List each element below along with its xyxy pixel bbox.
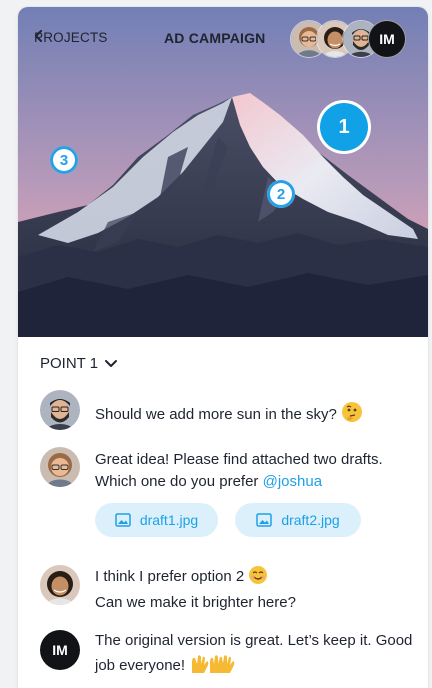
raising-hands-icon xyxy=(189,652,243,681)
point-selector[interactable]: POINT 1 xyxy=(40,355,118,372)
avatar-initials: IM xyxy=(52,642,68,658)
page-title: AD CAMPAIGN xyxy=(164,30,266,46)
thinking-face-icon xyxy=(341,401,363,430)
pin-label: 1 xyxy=(338,115,350,138)
comment-text: Great idea! Please find attached two dra… xyxy=(95,449,415,493)
pin-label: 3 xyxy=(59,151,69,169)
attachment-name: draft2.jpg xyxy=(281,512,340,528)
annotation-pin-2[interactable]: 2 xyxy=(267,180,295,208)
avatar xyxy=(40,447,80,487)
image-icon xyxy=(115,513,131,527)
image-icon xyxy=(256,513,273,527)
project-card: PROJECTS AD CAMPAIGN IM 1 2 3 POINT 1 Sh… xyxy=(18,7,428,688)
comment-item: Great idea! Please find attached two dra… xyxy=(40,447,410,497)
top-bar: PROJECTS AD CAMPAIGN IM xyxy=(18,7,428,71)
avatar xyxy=(40,565,80,605)
comment-item: IM The original version is great. Let’s … xyxy=(40,630,412,680)
comment-body-line2: Can we make it brighter here? xyxy=(95,594,296,611)
collaborator-avatars[interactable]: IM xyxy=(290,20,420,58)
comment-text: I think I prefer option 2 Can we make it… xyxy=(95,565,415,614)
chevron-down-icon xyxy=(105,360,118,367)
comment-text: The original version is great. Let’s kee… xyxy=(95,630,415,681)
mention-link[interactable]: @joshua xyxy=(263,473,322,490)
comment-body: Great idea! Please find attached two dra… xyxy=(95,451,383,490)
comment-body: The original version is great. Let’s kee… xyxy=(95,632,413,674)
comment-thread: POINT 1 Should we add more sun in the sk… xyxy=(18,337,428,688)
avatar-im: IM xyxy=(40,630,80,670)
comment-item: Should we add more sun in the sky? xyxy=(40,390,410,434)
avatar xyxy=(40,390,80,430)
comment-body: I think I prefer option 2 xyxy=(95,568,245,585)
attachment-name: draft1.jpg xyxy=(139,512,199,528)
point-label: POINT 1 xyxy=(40,355,99,372)
hero-image[interactable]: PROJECTS AD CAMPAIGN IM 1 2 3 xyxy=(18,7,428,337)
user-avatar-im[interactable]: IM xyxy=(368,20,406,58)
comment-body: Should we add more sun in the sky? xyxy=(95,406,337,423)
avatar-initials: IM xyxy=(379,31,395,47)
annotation-pin-1[interactable]: 1 xyxy=(320,103,368,151)
pin-label: 2 xyxy=(276,185,286,203)
comment-item: I think I prefer option 2 Can we make it… xyxy=(40,565,410,613)
back-to-projects-button[interactable]: PROJECTS xyxy=(34,30,108,45)
chevron-left-icon xyxy=(35,30,42,42)
comment-text: Should we add more sun in the sky? xyxy=(95,401,415,430)
back-label: PROJECTS xyxy=(34,30,108,45)
smiling-face-icon xyxy=(248,565,268,592)
attachment-draft1[interactable]: draft1.jpg xyxy=(95,503,218,537)
annotation-pin-3[interactable]: 3 xyxy=(50,146,78,174)
attachment-draft2[interactable]: draft2.jpg xyxy=(235,503,361,537)
